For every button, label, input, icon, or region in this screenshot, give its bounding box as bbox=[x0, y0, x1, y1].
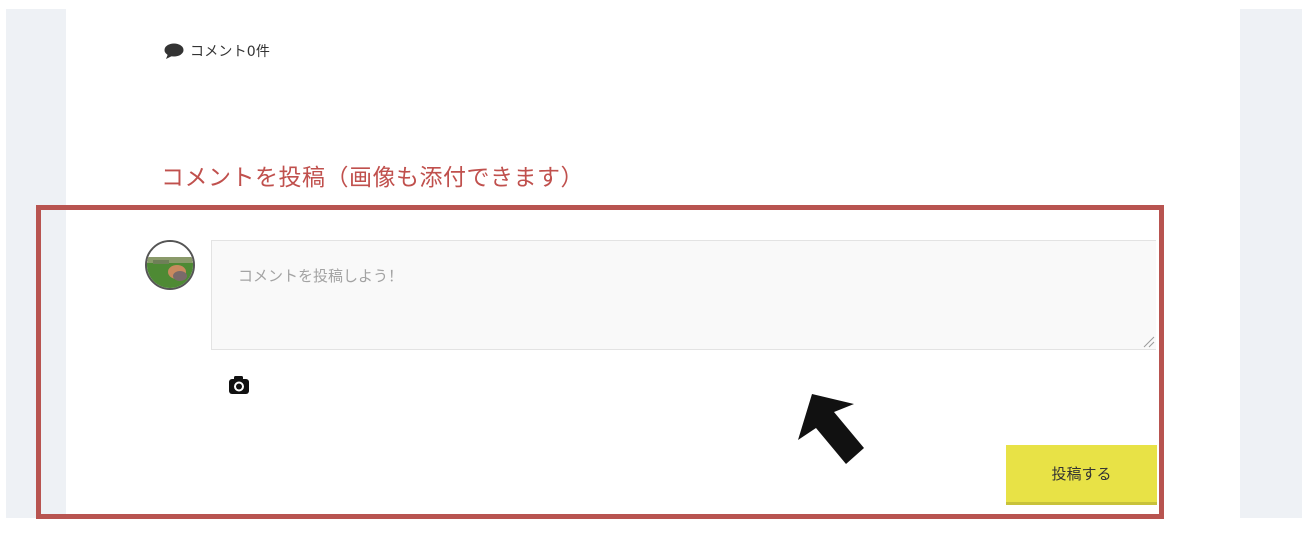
left-gutter bbox=[0, 0, 66, 534]
speech-bubble-icon bbox=[164, 43, 184, 59]
camera-icon[interactable] bbox=[227, 374, 251, 396]
bottom-strip bbox=[0, 518, 1302, 534]
submit-button[interactable]: 投稿する bbox=[1006, 445, 1157, 505]
right-gutter bbox=[1240, 0, 1302, 534]
left-gutter-edge bbox=[0, 0, 6, 534]
top-strip bbox=[0, 0, 1302, 9]
resize-handle-icon[interactable] bbox=[1141, 334, 1155, 348]
avatar-image bbox=[147, 242, 193, 288]
comment-form-heading: コメントを投稿（画像も添付できます） bbox=[161, 165, 584, 191]
avatar bbox=[145, 240, 195, 290]
arrow-up-left-icon bbox=[798, 394, 864, 464]
comment-textarea[interactable] bbox=[211, 240, 1156, 350]
comment-count: コメント0件 bbox=[163, 40, 270, 62]
comment-count-label: コメント0件 bbox=[190, 44, 271, 60]
